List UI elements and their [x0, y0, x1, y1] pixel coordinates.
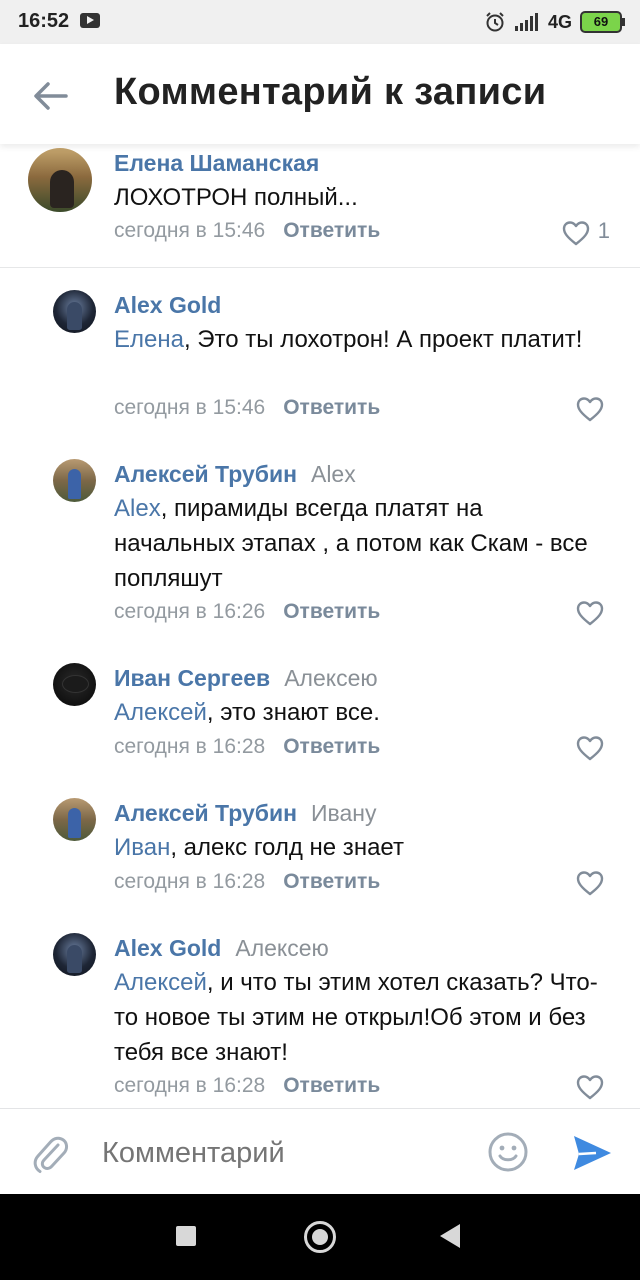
battery-icon: 69: [580, 11, 625, 33]
comment-text: Alex, пирамиды всегда платят на начальны…: [114, 491, 604, 596]
app-header: Комментарий к записи: [0, 44, 640, 144]
heart-outline-icon[interactable]: [562, 220, 590, 246]
comment-body: , это знают все.: [206, 699, 380, 726]
mention-link[interactable]: Иван: [114, 834, 170, 861]
author-line: Алексей Трубин Alex: [114, 461, 356, 488]
comment-body: , Это ты лохотрон! А проект платит!: [183, 326, 583, 353]
reply-to-label[interactable]: Ивану: [311, 800, 377, 826]
reply-to-label[interactable]: Алексею: [284, 665, 377, 691]
comment-body: , пирамиды всегда платят на начальных эт…: [114, 495, 588, 592]
paperclip-icon[interactable]: [30, 1131, 70, 1175]
comment-meta: сегодня в 16:28 Ответить: [114, 1074, 380, 1098]
mention-link[interactable]: Alex: [114, 495, 161, 522]
comment-text: Елена, Это ты лохотрон! А проект платит!: [114, 322, 604, 357]
signal-icon: [514, 13, 538, 31]
reply-button[interactable]: Ответить: [283, 219, 380, 242]
status-icons: 4G 69: [484, 8, 625, 36]
comment-time: сегодня в 16:28: [114, 1074, 266, 1097]
divider: [0, 267, 640, 268]
author-line: Alex Gold Алексею: [114, 935, 329, 962]
avatar[interactable]: [53, 933, 96, 976]
mention-link[interactable]: Елена: [114, 326, 184, 353]
comment-body: , алекс голд не знает: [170, 834, 404, 861]
avatar[interactable]: [28, 148, 92, 212]
comment-meta: сегодня в 15:46 Ответить: [114, 396, 380, 420]
avatar[interactable]: [53, 798, 96, 841]
media-notification-icon: [80, 13, 100, 28]
reply-button[interactable]: Ответить: [283, 735, 380, 758]
comment-composer: [0, 1108, 640, 1195]
comment-time: сегодня в 16:26: [114, 600, 266, 623]
avatar[interactable]: [53, 459, 96, 502]
avatar[interactable]: [53, 663, 96, 706]
author-name[interactable]: Alex Gold: [114, 935, 221, 961]
comment-body: ЛОХОТРОН полный...: [114, 184, 358, 211]
like-count: 1: [597, 218, 610, 243]
comment-text: ЛОХОТРОН полный...: [114, 180, 604, 215]
heart-outline-icon[interactable]: [576, 396, 604, 422]
comment-meta: сегодня в 16:26 Ответить: [114, 600, 380, 624]
author-line: Иван Сергеев Алексею: [114, 665, 378, 692]
author-name[interactable]: Алексей Трубин: [114, 800, 297, 826]
mention-link[interactable]: Алексей: [114, 699, 207, 726]
author-name[interactable]: Елена Шаманская: [114, 150, 319, 176]
heart-outline-icon[interactable]: [576, 600, 604, 626]
reply-to-label[interactable]: Alex: [311, 461, 356, 487]
comment-meta: сегодня в 16:28 Ответить: [114, 870, 380, 894]
reply-button[interactable]: Ответить: [283, 600, 380, 623]
author-line: Alex Gold: [114, 292, 221, 319]
status-bar: 16:52 4G 69: [0, 0, 640, 44]
reply-to-label[interactable]: Алексею: [235, 935, 328, 961]
heart-outline-icon[interactable]: [576, 1074, 604, 1100]
comment-time: сегодня в 16:28: [114, 870, 266, 893]
page-title: Комментарий к записи: [114, 71, 547, 113]
alarm-icon: [486, 12, 504, 32]
author-name[interactable]: Alex Gold: [114, 292, 221, 318]
home-icon[interactable]: [304, 1221, 336, 1253]
system-nav-bar: [0, 1194, 640, 1280]
author-name[interactable]: Иван Сергеев: [114, 665, 270, 691]
avatar[interactable]: [53, 290, 96, 333]
reply-button[interactable]: Ответить: [283, 870, 380, 893]
network-type: 4G: [547, 11, 572, 32]
recents-icon[interactable]: [176, 1226, 196, 1246]
send-icon[interactable]: [570, 1133, 614, 1173]
author-line: Елена Шаманская: [114, 150, 319, 177]
author-name[interactable]: Алексей Трубин: [114, 461, 297, 487]
comment-time: сегодня в 15:46: [114, 396, 266, 419]
arrow-left-icon[interactable]: [28, 74, 72, 118]
heart-outline-icon[interactable]: [576, 735, 604, 761]
comment-text: Алексей, и что ты этим хотел сказать? Чт…: [114, 965, 604, 1070]
comment-time: сегодня в 15:46: [114, 219, 266, 242]
comment-meta: сегодня в 15:46 Ответить: [114, 219, 380, 243]
back-triangle-icon[interactable]: [440, 1224, 460, 1248]
author-line: Алексей Трубин Ивану: [114, 800, 376, 827]
reply-button[interactable]: Ответить: [283, 396, 380, 419]
mention-link[interactable]: Алексей: [114, 969, 207, 996]
comment-input[interactable]: [102, 1133, 472, 1173]
smile-icon[interactable]: [487, 1131, 529, 1173]
comment-time: сегодня в 16:28: [114, 735, 266, 758]
reply-button[interactable]: Ответить: [283, 1074, 380, 1097]
comments-list[interactable]: Елена Шаманская ЛОХОТРОН полный... сегод…: [0, 144, 640, 1108]
comment-meta: сегодня в 16:28 Ответить: [114, 735, 380, 759]
comment-text: Алексей, это знают все.: [114, 695, 604, 730]
status-time: 16:52: [18, 10, 70, 32]
heart-outline-icon[interactable]: [576, 870, 604, 896]
comment-text: Иван, алекс голд не знает: [114, 830, 604, 865]
